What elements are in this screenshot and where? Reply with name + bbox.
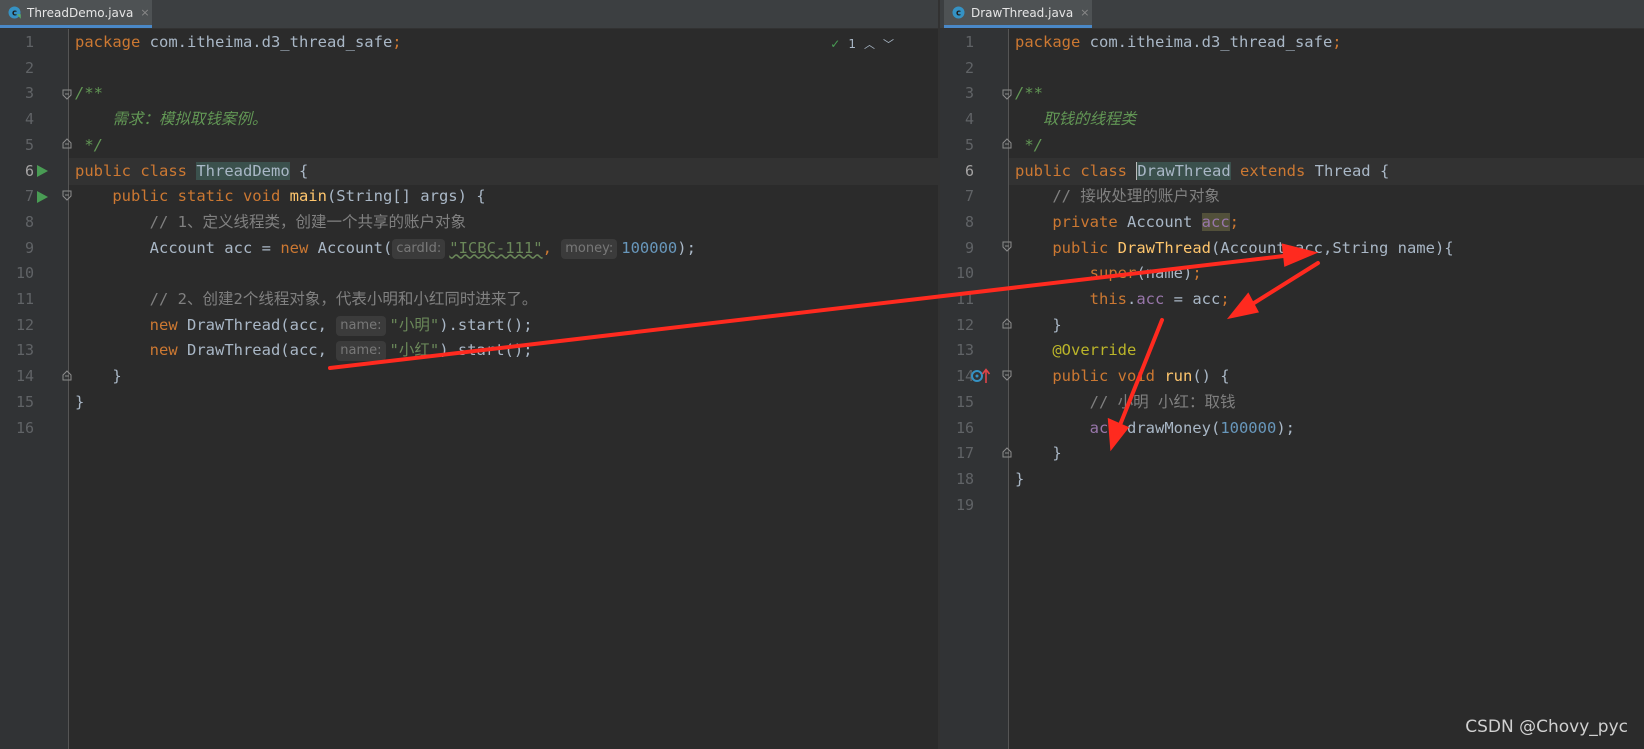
line-number: 12 [15,315,34,334]
line-number: 18 [955,469,974,488]
code-editor[interactable]: package com.itheima.d3_thread_safe; /** … [1009,29,1644,749]
parameter-hint: name: [336,315,386,336]
chevron-up-icon[interactable]: ︿ [864,36,875,52]
code-line: /** [1015,84,1043,103]
line-number: 6 [964,161,974,180]
code-line: new DrawThread(acc, name: "小明").start(); [149,315,533,336]
code-line: // 2、创建2个线程对象，代表小明和小红同时进来了。 [149,290,538,308]
code-line: // 1、定义线程类，创建一个共享的账户对象 [149,212,466,231]
code-line: @Override [1052,341,1137,360]
line-number: 19 [955,495,974,514]
line-number: 11 [15,290,34,308]
java-class-icon: c [952,6,965,19]
code-line: } [1015,315,1062,334]
code-line: } [1015,469,1025,488]
code-line: // 小明 小红：取钱 [1089,392,1236,411]
text-caret: DrawThread [1136,161,1231,180]
line-number: 10 [955,264,974,283]
parameter-hint: cardId: [392,238,446,259]
close-icon[interactable]: × [1080,6,1089,19]
code-line: package com.itheima.d3_thread_safe; [75,33,402,51]
line-number: 1 [24,33,34,51]
close-icon[interactable]: × [140,6,149,19]
line-number: 4 [24,110,34,129]
line-number: 2 [964,58,974,77]
editor-pane-drawthread: c DrawThread.java × 1 2 3 4 5 6 7 8 9 10… [940,0,1644,749]
code-line: } [1015,444,1062,463]
line-number: 13 [15,341,34,360]
line-number: 7 [24,187,34,206]
code-line: } [75,367,122,386]
line-number: 13 [955,341,974,360]
code-line: public class ThreadDemo { [75,161,309,180]
line-number: 9 [24,238,34,257]
line-number: 5 [964,135,974,154]
code-line: super(name); [1089,264,1202,283]
editor-tab-bar: c DrawThread.java × [940,0,1644,29]
line-number: 3 [24,84,34,103]
code-line: */ [75,135,103,154]
code-line: 取钱的线程类 [1015,110,1136,129]
code-line: // 接收处理的账户对象 [1052,187,1220,206]
line-number: 16 [15,418,34,437]
tab-label: ThreadDemo.java [27,5,134,20]
line-number: 3 [964,84,974,103]
line-number: 11 [955,290,974,308]
override-method-icon[interactable] [971,368,993,384]
check-icon: ✓ [830,37,841,51]
tab-drawthread-java[interactable]: c DrawThread.java × [944,0,1092,28]
code-line: new DrawThread(acc, name: "小红").start(); [149,341,533,362]
code-line: public DrawThread(Account acc,String nam… [1052,238,1454,257]
code-line: this.acc = acc; [1089,290,1230,308]
chevron-down-icon[interactable]: ﹀ [883,36,894,52]
line-number: 15 [955,392,974,411]
line-number: 7 [964,187,974,206]
line-number: 2 [24,58,34,77]
parameter-hint: money: [561,238,618,259]
code-line: public class DrawThread extends Thread { [1015,161,1390,180]
code-line: public static void main(String[] args) { [112,187,486,206]
parameter-hint: name: [336,341,386,362]
line-number: 14 [955,367,974,386]
line-number: 8 [964,212,974,231]
code-line: Account acc = new Account(cardId: "ICBC-1… [75,238,696,259]
line-number: 17 [955,444,974,463]
code-line: public void run() { [1052,367,1230,386]
line-number: 1 [964,33,974,51]
line-number: 5 [24,135,34,154]
line-number: 14 [15,367,34,386]
gutter: 1 2 3 4 5 6 7 8 9 10 11 12 13 14 15 16 1… [940,29,1012,749]
svg-text:c: c [12,9,17,19]
code-line: 需求：模拟取钱案例。 [75,110,268,129]
svg-text:c: c [956,9,961,19]
inspection-widget[interactable]: ✓ 1 ︿ ﹀ [830,36,894,52]
code-line: } [75,392,85,411]
line-number: 4 [964,110,974,129]
line-number: 16 [955,418,974,437]
tab-label: DrawThread.java [971,5,1074,20]
line-number: 10 [15,264,34,283]
line-number: 12 [955,315,974,334]
code-line: private Account acc; [1052,212,1239,231]
line-number: 6 [24,161,34,180]
run-class-icon[interactable] [36,164,49,178]
code-line: */ [1015,135,1043,154]
inspection-count: 1 [848,37,856,51]
editor-pane-threaddemo: c ThreadDemo.java × 1 2 3 4 5 6 7 8 9 10… [0,0,938,749]
java-class-icon: c [8,6,21,19]
code-line: acc.drawMoney(100000); [1089,418,1295,437]
line-number: 9 [964,238,974,257]
line-number: 15 [15,392,34,411]
code-editor[interactable]: package com.itheima.d3_thread_safe; /** … [69,29,938,749]
code-line: /** [75,84,103,103]
line-number: 8 [24,212,34,231]
gutter: 1 2 3 4 5 6 7 8 9 10 11 12 13 14 15 16 [0,29,72,749]
editor-tab-bar: c ThreadDemo.java × [0,0,938,29]
run-main-icon[interactable] [36,190,49,204]
watermark: CSDN @Chovy_pyc [1465,717,1628,737]
code-line: package com.itheima.d3_thread_safe; [1015,33,1342,51]
tab-threaddemo-java[interactable]: c ThreadDemo.java × [0,0,152,28]
